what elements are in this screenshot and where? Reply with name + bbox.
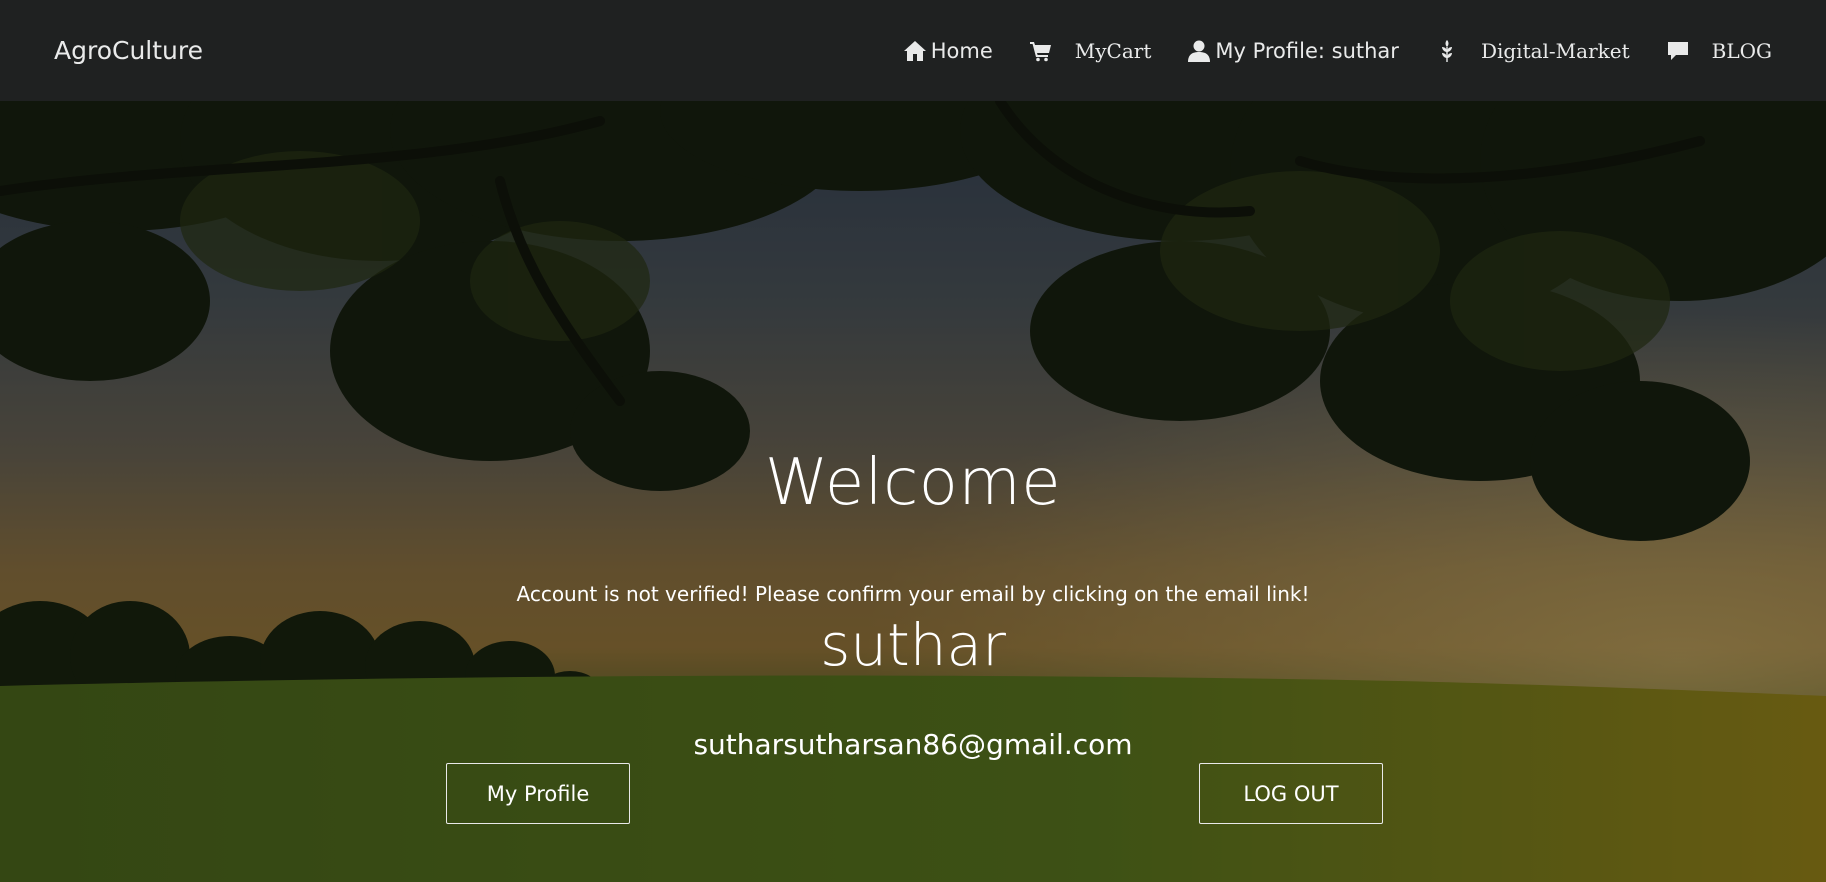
home-icon (903, 39, 927, 63)
cart-icon (1029, 39, 1053, 63)
nav-digital-market-label: Digital-Market (1480, 38, 1630, 63)
nav-menu: Home MyCart My Profile: suthar Digital-M… (867, 0, 1772, 101)
nav-blog-label: BLOG (1711, 38, 1772, 63)
nav-mycart-label: MyCart (1074, 38, 1152, 63)
hero-banner: Welcome Account is not verified! Please … (0, 101, 1826, 882)
email-display: sutharsutharsan86@gmail.com (693, 728, 1133, 761)
nav-blog[interactable]: BLOG (1666, 39, 1772, 63)
nav-home-label: Home (930, 38, 993, 63)
my-profile-button[interactable]: My Profile (446, 763, 630, 824)
username-display: suthar (820, 611, 1006, 679)
verification-notice: Account is not verified! Please confirm … (516, 582, 1310, 606)
welcome-heading: Welcome (764, 446, 1062, 520)
nav-mycart[interactable]: MyCart (1029, 38, 1152, 63)
nav-digital-market[interactable]: Digital-Market (1435, 39, 1630, 63)
nav-home[interactable]: Home (903, 39, 993, 63)
nav-my-profile-label: My Profile: suthar (1215, 38, 1399, 63)
user-icon (1187, 39, 1211, 63)
nav-my-profile[interactable]: My Profile: suthar (1187, 39, 1399, 63)
brand-logo[interactable]: AgroCulture (54, 36, 203, 65)
logout-button[interactable]: LOG OUT (1199, 763, 1383, 824)
leaf-icon (1435, 39, 1459, 63)
top-navbar: AgroCulture Home MyCart My Profile: suth… (0, 0, 1826, 101)
comment-icon (1666, 39, 1690, 63)
